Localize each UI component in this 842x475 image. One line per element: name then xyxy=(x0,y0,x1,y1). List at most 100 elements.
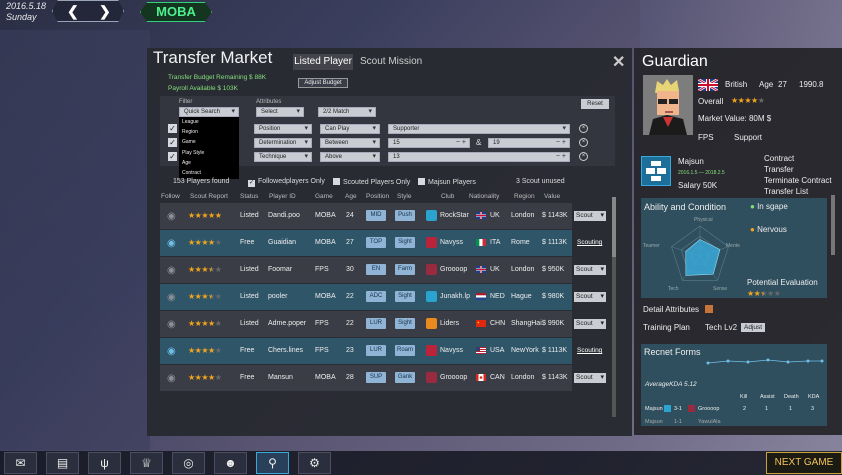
dropdown-option[interactable]: League xyxy=(179,117,239,127)
player-id-cell[interactable]: Adme.poper xyxy=(268,311,306,337)
scouting-link[interactable]: Scouting xyxy=(577,238,602,248)
player-id-cell[interactable]: Mansun xyxy=(268,365,293,391)
eye-follow-icon[interactable]: ◉ xyxy=(167,211,176,222)
recent-forms-title: Recnet Forms xyxy=(644,347,701,357)
player-id-cell[interactable]: Dandi.poo xyxy=(268,203,300,229)
filter-row2-checkbox[interactable]: ✓ xyxy=(168,138,177,147)
mode-tab-moba[interactable]: MOBA xyxy=(140,2,212,22)
value-cell: $ 950K xyxy=(542,266,565,273)
remove-filter-icon[interactable]: × xyxy=(579,124,588,133)
dropdown-option[interactable]: Game xyxy=(179,137,239,147)
filter-row2-field[interactable]: Determination xyxy=(254,138,312,148)
adjust-training-button[interactable]: Adjust xyxy=(741,323,766,332)
filter-row1-checkbox[interactable]: ✓ xyxy=(168,124,177,133)
player-id-cell[interactable]: pooler xyxy=(268,284,287,310)
club-logo-icon xyxy=(426,237,437,248)
star-full-icon: ★ xyxy=(188,346,195,355)
back-arrow-icon[interactable]: ❮ xyxy=(67,3,79,20)
reset-button[interactable]: Reset xyxy=(581,99,609,109)
close-icon[interactable]: ✕ xyxy=(612,52,625,72)
menu-contract[interactable]: Contract xyxy=(764,154,794,163)
dropdown-option[interactable]: Contract xyxy=(179,168,239,178)
filter-row2-max[interactable]: 19 xyxy=(488,138,570,148)
date-display: 2016.5.18 Sunday xyxy=(6,1,46,23)
filter-row1-op[interactable]: Can Play xyxy=(320,124,380,134)
remove-filter-icon[interactable]: × xyxy=(579,152,588,161)
team-icon[interactable]: ☻ xyxy=(214,452,247,474)
document-icon[interactable]: ▤ xyxy=(46,452,79,474)
table-row[interactable]: ◉ ★★★★★ Free Mansun MOBA 28 SUP Gank Groooop CAN L… xyxy=(160,365,572,391)
majsun-players-option[interactable]: Majsun Players xyxy=(418,178,476,186)
table-row[interactable]: ◉ ★★★★★ Free Chers.lines FPS 23 LUR Roam Navyss U… xyxy=(160,338,572,364)
scout-dropdown[interactable]: Scout xyxy=(574,211,606,221)
scout-dropdown[interactable]: Scout xyxy=(574,292,606,302)
position-badge: ADC xyxy=(366,291,386,302)
bottom-toolbar xyxy=(0,451,842,475)
attribute-select[interactable]: Select xyxy=(256,107,304,117)
tab-listed-player[interactable]: Listed Player xyxy=(293,54,353,70)
eye-follow-icon[interactable]: ◉ xyxy=(167,238,176,249)
club-cell: Junakh.lp xyxy=(440,293,470,300)
filter-row2-op[interactable]: Between xyxy=(320,138,380,148)
eye-follow-icon[interactable]: ◉ xyxy=(167,265,176,276)
scout-search-icon[interactable]: ⚲ xyxy=(256,452,289,474)
filter-row3-value[interactable]: 13 xyxy=(388,152,570,162)
menu-transfer-list[interactable]: Transfer List xyxy=(764,187,808,196)
eye-follow-icon[interactable]: ◉ xyxy=(167,319,176,330)
scouting-link[interactable]: Scouting xyxy=(577,346,602,356)
filter-row3-checkbox[interactable]: ✓ xyxy=(168,152,177,161)
scout-dropdown[interactable]: Scout xyxy=(574,319,606,329)
remove-filter-icon[interactable]: × xyxy=(579,138,588,147)
gamepad-icon[interactable]: ◎ xyxy=(172,452,205,474)
age-cell: 22 xyxy=(346,293,354,300)
match-select[interactable]: 2/2 Match xyxy=(318,107,376,117)
trophy-icon[interactable]: ♕ xyxy=(130,452,163,474)
club-cell: RockStar xyxy=(440,212,469,219)
table-row[interactable]: ◉ ★★★★★ Listed Adme.poper FPS 22 LUR Sight Lider… xyxy=(160,311,572,337)
checkbox-checked[interactable]: ✓ xyxy=(248,180,255,187)
detail-attributes-label[interactable]: Detail Attributes xyxy=(643,305,699,314)
menu-terminate-contract[interactable]: Terminate Contract xyxy=(764,176,832,185)
dropdown-option[interactable]: Age xyxy=(179,158,239,168)
forward-arrow-icon[interactable]: ❯ xyxy=(99,3,111,20)
table-row[interactable]: ◉ ★★★★★ Free Guaidian MOBA 27 TOP Sight Navyss IT… xyxy=(160,230,572,256)
scout-dropdown[interactable]: Scout xyxy=(574,373,606,383)
eye-follow-icon[interactable]: ◉ xyxy=(167,292,176,303)
filter-row1-value[interactable]: Supporter xyxy=(388,124,570,134)
table-row[interactable]: ◉ ★★★★★ Listed Foomar FPS 30 EN Farm Groooop UK Lo… xyxy=(160,257,572,283)
checkbox-unchecked[interactable] xyxy=(418,178,425,185)
filter-row1-field[interactable]: Position xyxy=(254,124,312,134)
filter-row2-min[interactable]: 15 xyxy=(388,138,470,148)
mail-icon[interactable]: ✉ xyxy=(4,452,37,474)
filter-row3-op[interactable]: Above xyxy=(320,152,380,162)
header-club: Club xyxy=(441,193,455,200)
table-scroll-thumb[interactable] xyxy=(612,197,616,257)
eye-follow-icon[interactable]: ◉ xyxy=(167,373,176,384)
followed-only-option[interactable]: ✓ Followedplayers Only xyxy=(248,178,325,187)
table-row[interactable]: ◉ ★★★★★ Listed Dandi.poo MOBA 24 MID Push RockSt… xyxy=(160,203,572,229)
radar-label-physical: Physical xyxy=(694,217,713,223)
table-row[interactable]: ◉ ★★★★★ Listed pooler MOBA 22 ADC Sight Junakh.l… xyxy=(160,284,572,310)
scouted-only-option[interactable]: Scouted Players Only xyxy=(333,178,410,186)
detail-toggle-icon[interactable] xyxy=(705,305,713,313)
dropdown-option[interactable]: Region xyxy=(179,127,239,137)
gear-icon[interactable]: ⚙ xyxy=(298,452,331,474)
fork-knife-icon[interactable]: ψ xyxy=(88,452,121,474)
scout-dropdown[interactable]: Scout xyxy=(574,265,606,275)
age-cell: 24 xyxy=(346,212,354,219)
eye-follow-icon[interactable]: ◉ xyxy=(167,346,176,357)
checkbox-unchecked[interactable] xyxy=(333,178,340,185)
condition2-label: Nervous xyxy=(757,225,787,234)
player-id-cell[interactable]: Foomar xyxy=(268,257,292,283)
next-game-button[interactable]: NEXT GAME xyxy=(766,452,842,474)
dropdown-option[interactable]: Play Style xyxy=(179,148,239,158)
overall-label: Overall xyxy=(698,97,724,106)
adjust-budget-button[interactable]: Adjust Budget xyxy=(298,78,348,88)
quick-search-select[interactable]: Quick Search xyxy=(179,107,239,117)
profile-scrollbar[interactable] xyxy=(831,195,835,255)
filter-row3-field[interactable]: Technique xyxy=(254,152,312,162)
player-id-cell[interactable]: Chers.lines xyxy=(268,338,303,364)
player-id-cell[interactable]: Guaidian xyxy=(268,230,296,256)
tab-scout-mission[interactable]: Scout Mission xyxy=(360,54,422,70)
menu-transfer[interactable]: Transfer xyxy=(764,165,794,174)
